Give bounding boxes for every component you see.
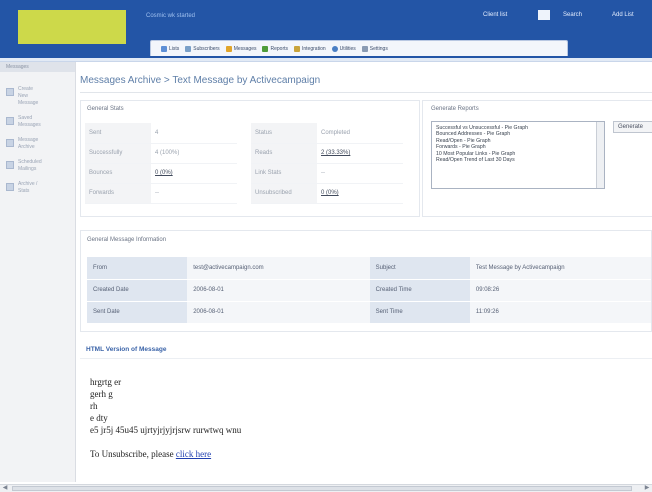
nav-subscribers[interactable]: Subscribers — [185, 45, 220, 52]
list-item[interactable]: Read/Open Trend of Last 30 Days — [436, 157, 600, 163]
saved-messages-icon — [6, 117, 14, 125]
search-link[interactable]: Search — [563, 12, 582, 18]
listbox-scrollbar[interactable] — [596, 122, 604, 188]
nav-underline — [0, 58, 652, 62]
new-message-icon — [6, 88, 14, 96]
table-row: From test@activecampaign.com Subject Tes… — [87, 257, 651, 280]
message-line: e dty — [90, 413, 108, 423]
sidebar: Messages Create New Message Saved Messag… — [0, 62, 76, 482]
nav-settings[interactable]: Settings — [361, 45, 388, 52]
stats-icon — [6, 183, 14, 191]
title-divider — [80, 92, 652, 93]
users-icon — [185, 45, 192, 52]
table-row: Reads 2 (33.33%) — [251, 143, 403, 164]
html-version-title: HTML Version of Message — [86, 346, 167, 353]
scrollbar-thumb[interactable] — [12, 486, 632, 491]
welcome-text: Cosmic wk started — [146, 13, 196, 19]
report-type-listbox[interactable]: Successful vs Unsuccessful - Pie Graph B… — [431, 121, 605, 189]
table-row: Unsubscribed 0 (0%) — [251, 183, 403, 204]
message-info-title: General Message Information — [87, 237, 167, 243]
table-row: Status Completed — [251, 123, 403, 144]
brand-logo[interactable] — [18, 10, 126, 44]
nav-messages[interactable]: Messages — [225, 45, 256, 52]
wrench-icon — [361, 45, 368, 52]
search-icon[interactable] — [538, 10, 550, 20]
table-row: Forwards -- — [85, 183, 237, 204]
nav-lists[interactable]: Lists — [161, 45, 179, 52]
integration-icon — [294, 45, 300, 52]
sidebar-item-saved-messages[interactable]: Saved Messages — [0, 111, 75, 133]
sidebar-item-archive-stats[interactable]: Archive / Stats — [0, 177, 75, 199]
message-line: rh — [90, 401, 98, 411]
sidebar-heading: Messages — [0, 62, 75, 72]
stats-table-right: Status Completed Reads 2 (33.33%) Link Sta… — [251, 123, 403, 204]
reads-link[interactable]: 2 (33.33%) — [317, 143, 403, 164]
html-version-divider — [80, 358, 652, 359]
table-row: Sent 4 — [85, 123, 237, 144]
horizontal-scrollbar[interactable]: ◀ ▶ — [0, 484, 652, 492]
table-row: Sent Date 2006-08-01 Sent Time 11:09:26 — [87, 301, 651, 324]
unsubscribe-line: To Unsubscribe, please click here — [90, 448, 241, 460]
table-row: Successfully 4 (100%) — [85, 143, 237, 164]
html-message-body: hrgrtg er gerh g rh e dty e5 jr5j 45u45 … — [90, 376, 241, 460]
message-info-table: From test@activecampaign.com Subject Tes… — [87, 257, 651, 324]
main-nav: Lists Subscribers Messages Reports Integ… — [150, 40, 568, 56]
table-row: Created Date 2006-08-01 Created Time 09:… — [87, 279, 651, 302]
list-icon — [161, 45, 167, 52]
schedule-icon — [6, 161, 14, 169]
sidebar-item-message-archive[interactable]: Message Archive — [0, 133, 75, 155]
generate-reports-panel: Generate Reports Successful vs Unsuccess… — [422, 100, 652, 217]
message-line: e5 jr5j 45u45 ujrtyjrjyjrjsrw rurwtwq wn… — [90, 425, 242, 435]
client-list-link[interactable]: Client list — [483, 12, 507, 18]
message-line: gerh g — [90, 389, 113, 399]
generate-reports-title: Generate Reports — [431, 106, 479, 112]
stats-table-left: Sent 4 Successfully 4 (100%) Bounces 0 (0%)… — [85, 123, 237, 204]
general-stats-title: General Stats — [87, 106, 124, 112]
globe-icon — [331, 45, 338, 52]
pencil-icon — [225, 45, 232, 52]
sidebar-item-scheduled-mailings[interactable]: Scheduled Mailings — [0, 155, 75, 177]
unsubscribe-text: To Unsubscribe, please — [90, 449, 174, 459]
sidebar-item-create-message[interactable]: Create New Message — [0, 82, 75, 111]
add-list-link[interactable]: Add List — [612, 12, 634, 18]
unsubscribe-link[interactable]: click here — [176, 449, 211, 459]
general-stats-panel: General Stats Sent 4 Successfully 4 (100%)… — [80, 100, 420, 217]
table-row: Link Stats -- — [251, 163, 403, 184]
nav-integration[interactable]: Integration — [294, 45, 326, 52]
message-info-panel: General Message Information From test@ac… — [80, 230, 652, 332]
scroll-left-icon[interactable]: ◀ — [0, 485, 10, 492]
table-row: Bounces 0 (0%) — [85, 163, 237, 184]
nav-utilities[interactable]: Utilities — [331, 45, 356, 52]
page-title: Messages Archive > Text Message by Activ… — [80, 75, 321, 86]
bounces-link[interactable]: 0 (0%) — [151, 163, 237, 184]
unsubscribed-link[interactable]: 0 (0%) — [317, 183, 403, 204]
generate-button[interactable]: Generate — [613, 121, 652, 133]
nav-reports[interactable]: Reports — [262, 45, 288, 52]
scroll-right-icon[interactable]: ▶ — [642, 485, 652, 492]
chart-icon — [262, 45, 269, 52]
message-line: hrgrtg er — [90, 377, 122, 387]
archive-icon — [6, 139, 14, 147]
